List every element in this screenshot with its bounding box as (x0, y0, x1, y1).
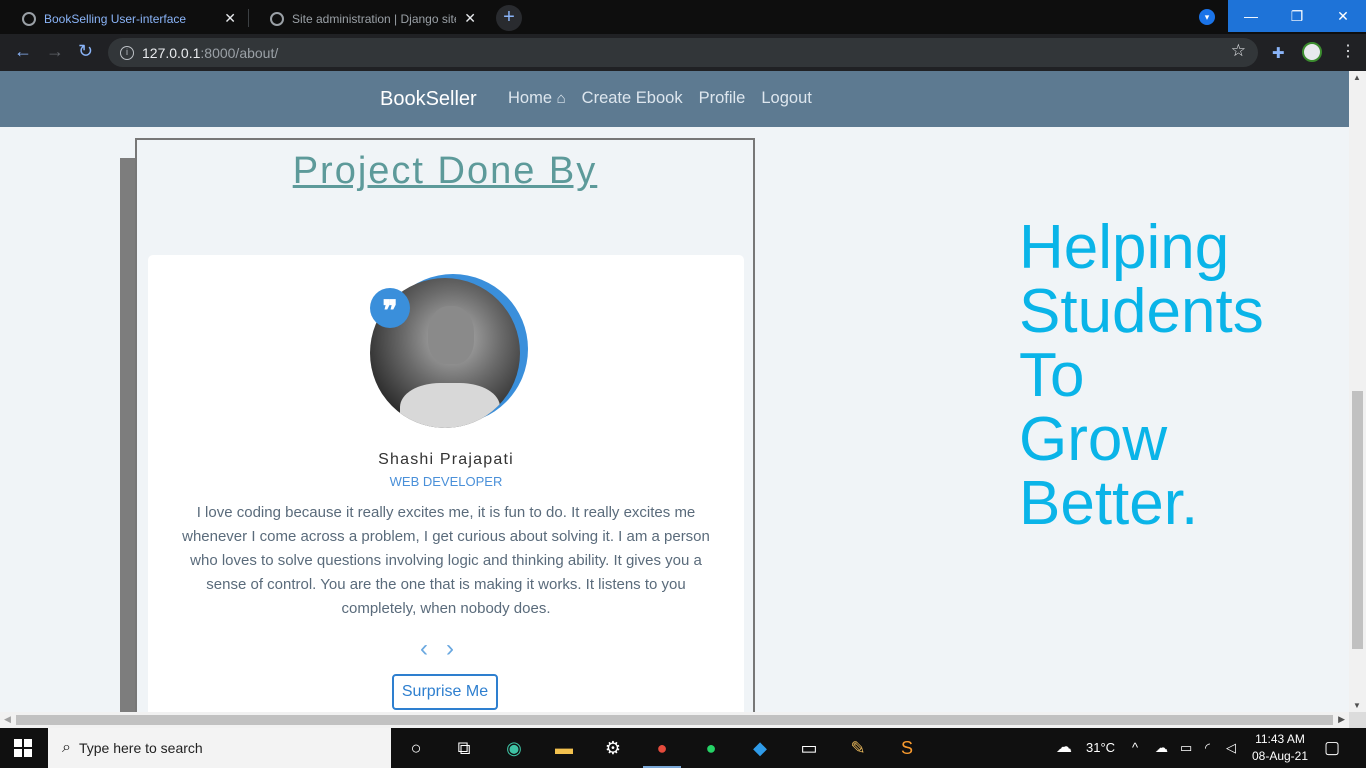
about-panel: Project Done By ❞ Shashi Prajapati WEB D… (135, 138, 755, 712)
home-icon: ⌂ (556, 90, 566, 107)
person-role: WEB DEVELOPER (389, 474, 503, 489)
person-name: Shashi Prajapati (378, 451, 514, 468)
vscode-icon[interactable]: ◆ (748, 736, 772, 760)
tagline: Helping Students To Grow Better. (1019, 216, 1264, 536)
nav-link-profile[interactable]: Profile (699, 89, 746, 108)
reload-icon[interactable]: ↻ (78, 41, 93, 62)
show-hidden-icons-icon[interactable]: ^ (1132, 728, 1138, 768)
tab-bookselling[interactable]: BookSelling User-interface ✕ (0, 3, 248, 34)
scroll-down-arrow-icon[interactable]: ▼ (1353, 701, 1361, 710)
scrollbar-corner (1349, 712, 1366, 728)
tab-title: BookSelling User-interface (44, 11, 187, 26)
info-icon[interactable]: i (120, 45, 134, 60)
panel-title: Project Done By (292, 150, 598, 192)
scroll-up-arrow-icon[interactable]: ▲ (1353, 73, 1361, 82)
weather-cloud-icon[interactable]: ☁ (1056, 728, 1072, 768)
tab-django-admin[interactable]: Site administration | Django site ✕ (248, 3, 488, 34)
sublime-text-icon[interactable]: S (895, 736, 919, 760)
globe-icon (270, 11, 284, 26)
bookmark-star-icon[interactable]: ☆ (1231, 41, 1246, 61)
weather-temperature[interactable]: 31°C (1086, 728, 1115, 768)
nav-links: Home ⌂ Create Ebook Profile Logout (508, 89, 812, 108)
window-controls: — ❐ ✕ (1228, 0, 1366, 32)
brand-logo[interactable]: BookSeller (380, 88, 477, 111)
quote-icon: ❞ (370, 288, 410, 328)
browser-toolbar: ← → ↻ i 127.0.0.1:8000/about/ ☆ (0, 34, 1366, 71)
cortana-icon[interactable]: ○ (404, 736, 428, 760)
settings-gear-icon[interactable]: ⚙ (601, 736, 625, 760)
chevron-left-icon[interactable]: ‹ (420, 635, 446, 662)
person-bio: I love coding because it really excites … (182, 504, 710, 617)
address-bar[interactable]: i 127.0.0.1:8000/about/ ☆ (108, 38, 1258, 67)
clock-date: 08-Aug-21 (1251, 749, 1309, 763)
terminal-icon[interactable]: ▭ (797, 736, 821, 760)
tab-title: Site administration | Django site (292, 11, 457, 26)
globe-icon (22, 11, 36, 26)
tagline-line: Grow (1019, 405, 1168, 474)
tagline-line: Students (1019, 277, 1264, 346)
whatsapp-icon[interactable]: ● (699, 736, 723, 760)
scroll-right-arrow-icon[interactable]: ▶ (1338, 714, 1345, 725)
url-path: :8000/about/ (200, 44, 279, 61)
windows-start-icon[interactable] (14, 739, 32, 757)
nav-link-home[interactable]: Home ⌂ (508, 89, 566, 108)
horizontal-scroll-thumb[interactable] (16, 715, 1333, 725)
chrome-icon[interactable]: ● (650, 736, 674, 760)
browser-tab-strip: BookSelling User-interface ✕ Site admini… (0, 0, 1366, 34)
volume-icon[interactable]: ◁ (1226, 728, 1236, 768)
search-placeholder: Type here to search (78, 740, 203, 756)
testimonial-card: ❞ Shashi Prajapati WEB DEVELOPER I love … (148, 255, 744, 712)
taskbar-clock[interactable]: 11:43 AM 08-Aug-21 (1248, 731, 1312, 765)
close-window-button[interactable]: ✕ (1320, 0, 1366, 32)
url-host: 127.0.0.1 (142, 44, 201, 61)
task-view-icon[interactable]: ⧉ (452, 736, 476, 760)
paint-icon[interactable]: ✎ (846, 736, 870, 760)
scroll-left-arrow-icon[interactable]: ◀ (4, 714, 11, 725)
nav-link-logout[interactable]: Logout (761, 89, 811, 108)
nav-link-home-label: Home (508, 89, 553, 107)
windows-taskbar: ⌕ Type here to search ○ ⧉ ◉ ▬ ⚙ ● ● ◆ ▭ … (0, 728, 1366, 768)
site-navbar: BookSeller Home ⌂ Create Ebook Profile L… (0, 71, 1349, 127)
onedrive-icon[interactable]: ☁ (1155, 728, 1168, 768)
search-icon: ⌕ (62, 739, 71, 756)
tagline-line: To (1019, 341, 1085, 410)
web-page: BookSeller Home ⌂ Create Ebook Profile L… (0, 71, 1349, 712)
tagline-line: Helping (1019, 213, 1230, 282)
new-tab-button[interactable]: + (496, 5, 522, 31)
forward-arrow-icon[interactable]: → (46, 41, 64, 62)
profile-avatar-icon[interactable] (1302, 42, 1322, 62)
back-arrow-icon[interactable]: ← (14, 41, 32, 62)
taskbar-search-box[interactable]: ⌕ Type here to search (48, 728, 391, 768)
file-explorer-icon[interactable]: ▬ (552, 736, 576, 760)
surprise-me-button[interactable]: Surprise Me (392, 674, 498, 710)
close-tab-icon[interactable]: ✕ (464, 10, 476, 27)
browser-menu-icon[interactable]: ⋮ (1340, 41, 1356, 61)
avatar-shirt (400, 383, 500, 428)
close-tab-icon[interactable]: ✕ (224, 10, 236, 27)
carousel-controls: ‹› (148, 635, 744, 663)
avatar-head (428, 306, 474, 364)
edge-icon[interactable]: ◉ (502, 736, 526, 760)
minimize-button[interactable]: — (1228, 0, 1274, 32)
tab-search-icon[interactable]: ▾ (1199, 9, 1215, 25)
clock-time: 11:43 AM (1255, 732, 1305, 746)
tagline-line: Better. (1019, 469, 1199, 538)
nav-link-create-ebook[interactable]: Create Ebook (582, 89, 683, 108)
restore-button[interactable]: ❐ (1274, 0, 1320, 32)
battery-icon[interactable]: ▭ (1180, 728, 1192, 768)
horizontal-scrollbar[interactable]: ◀ ▶ (0, 712, 1349, 728)
extensions-puzzle-icon[interactable]: ✚ (1272, 44, 1285, 62)
notifications-icon[interactable]: ▢ (1324, 728, 1340, 768)
vertical-scroll-thumb[interactable] (1352, 391, 1363, 649)
vertical-scrollbar[interactable]: ▲ ▼ (1349, 71, 1366, 712)
wifi-icon[interactable]: ◜ (1205, 728, 1210, 768)
chevron-right-icon[interactable]: › (446, 635, 472, 662)
